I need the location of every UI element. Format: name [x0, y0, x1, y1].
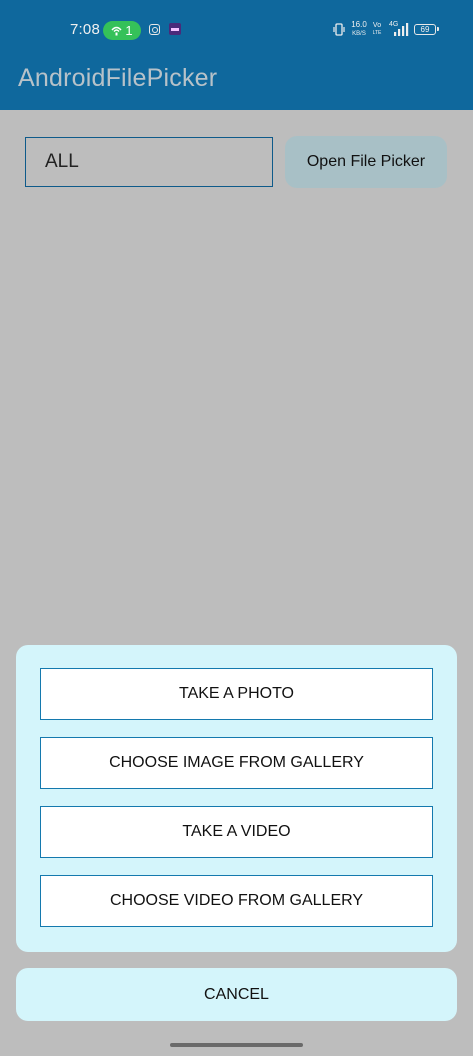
hotspot-count: 1 — [125, 23, 133, 38]
take-photo-button[interactable]: TAKE A PHOTO — [40, 668, 433, 720]
hotspot-icon — [111, 26, 122, 35]
app-title: AndroidFilePicker — [18, 64, 218, 92]
status-time: 7:08 — [70, 21, 100, 38]
battery-level: 69 — [420, 25, 430, 34]
volte-bottom: LTE — [372, 30, 382, 36]
choose-video-gallery-button[interactable]: CHOOSE VIDEO FROM GALLERY — [40, 875, 433, 927]
signal-icon — [394, 23, 409, 36]
volte-indicator: Vo LTE — [372, 22, 382, 37]
open-file-picker-button[interactable]: Open File Picker — [285, 136, 447, 188]
hotspot-indicator: 1 — [103, 21, 141, 40]
file-type-input[interactable] — [25, 137, 273, 187]
volte-top: Vo — [372, 22, 382, 29]
net-speed-unit: KB/S — [352, 31, 366, 37]
picker-options-dialog: TAKE A PHOTO CHOOSE IMAGE FROM GALLERY T… — [16, 645, 457, 952]
cancel-button[interactable]: CANCEL — [16, 968, 457, 1021]
app-notification-icon — [169, 23, 181, 35]
instagram-icon — [149, 24, 160, 35]
gesture-navigation-bar[interactable] — [170, 1043, 303, 1047]
net-speed: 16.0 KB/S — [350, 21, 368, 38]
battery-icon: 69 — [414, 24, 439, 35]
take-video-button[interactable]: TAKE A VIDEO — [40, 806, 433, 858]
status-bar: 7:08 1 16.0 KB/S Vo LTE 4G 69 — [0, 0, 473, 60]
choose-image-gallery-button[interactable]: CHOOSE IMAGE FROM GALLERY — [40, 737, 433, 789]
app-header: 7:08 1 16.0 KB/S Vo LTE 4G 69 AndroidFil… — [0, 0, 473, 110]
net-speed-value: 16.0 — [351, 20, 367, 29]
vibrate-icon — [333, 23, 345, 36]
